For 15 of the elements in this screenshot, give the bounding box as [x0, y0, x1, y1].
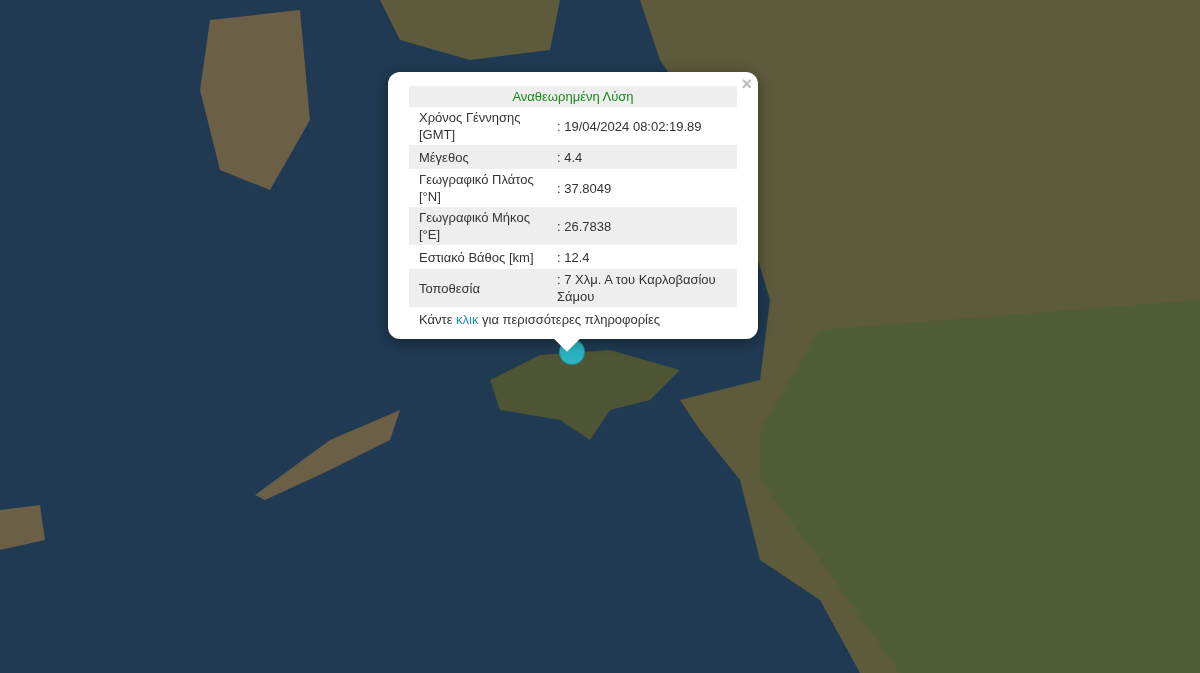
- field-value: : 19/04/2024 08:02:19.89: [556, 117, 703, 135]
- field-value: : 37.8049: [556, 179, 613, 197]
- field-label: Γεωγραφικό Πλάτος [°N]: [418, 171, 535, 205]
- field-value: : 12.4: [556, 248, 591, 266]
- field-label: Μέγεθος: [418, 148, 470, 166]
- field-label: Γεωγραφικό Μήκος [°E]: [418, 209, 531, 243]
- more-info-link[interactable]: κλικ: [456, 312, 479, 327]
- field-value: : 7 Χλμ. Α του Καρλοβασίου Σάμου: [556, 271, 717, 305]
- field-label: Χρόνος Γέννησης [GMT]: [418, 109, 522, 143]
- field-value: : 26.7838: [556, 217, 613, 235]
- field-label: Τοποθεσία: [418, 279, 482, 297]
- field-label: Εστιακό Βάθος [km]: [418, 248, 535, 266]
- popup-title: Αναθεωρημένη Λύση: [409, 86, 737, 107]
- more-info-text: Κάντε κλικ για περισσότερες πληροφορίες: [418, 311, 662, 327]
- field-value: : 4.4: [556, 148, 584, 166]
